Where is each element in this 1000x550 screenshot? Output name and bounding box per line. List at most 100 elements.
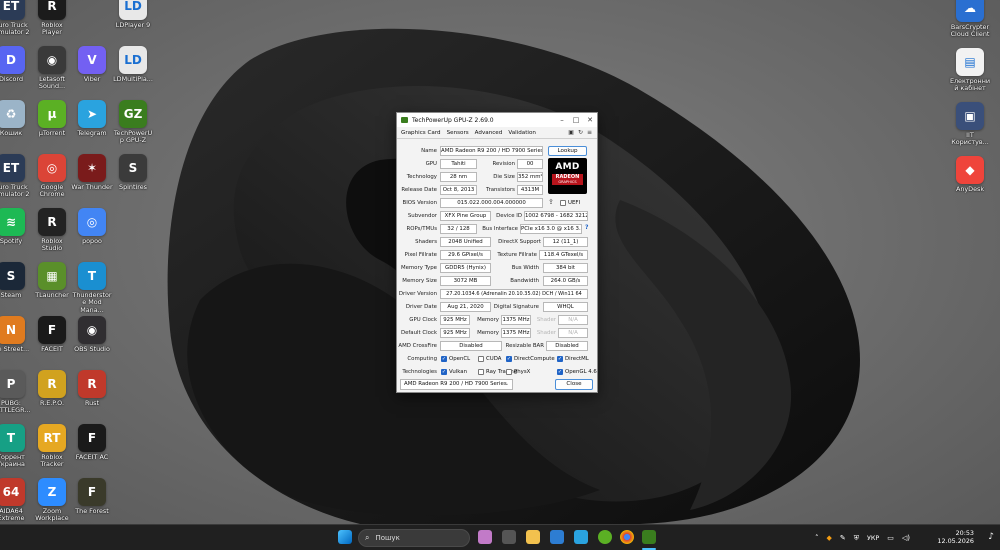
desktop-shortcut[interactable]: F FACEIT AC bbox=[71, 424, 113, 461]
desktop-shortcut[interactable]: ◉ OBS Studio bbox=[71, 316, 113, 353]
tray-shield-icon[interactable]: ⛨ bbox=[854, 534, 859, 543]
close-button[interactable]: Close bbox=[555, 379, 593, 390]
tray-pen-icon[interactable]: ✎ bbox=[840, 534, 846, 542]
desktop-shortcut[interactable]: ➤ Telegram bbox=[71, 100, 113, 137]
desktop-shortcut[interactable]: ☁ BarsCrypter Cloud Client bbox=[949, 0, 991, 39]
checkbox-physx[interactable]: PhysX bbox=[506, 369, 530, 375]
minimize-icon[interactable]: – bbox=[555, 116, 569, 124]
network-icon[interactable]: ▭ bbox=[887, 534, 894, 542]
checkbox-directml[interactable]: ✓ DirectML bbox=[557, 356, 589, 362]
copilot-icon[interactable] bbox=[478, 530, 492, 544]
store-icon[interactable] bbox=[550, 530, 564, 544]
desktop-shortcut[interactable]: R R.E.P.O. bbox=[31, 370, 73, 407]
checkbox-directcompute[interactable]: ✓ DirectCompute bbox=[506, 356, 555, 362]
desktop-shortcut[interactable]: Z Zoom Workplace bbox=[31, 478, 73, 523]
maximize-icon[interactable]: □ bbox=[569, 116, 583, 124]
gpu-label: GPU bbox=[425, 161, 437, 167]
faceit-icon: F bbox=[38, 316, 66, 344]
desktop-shortcut[interactable]: ◎ Google Chrome bbox=[31, 154, 73, 199]
game-icon: N bbox=[0, 316, 25, 344]
rops-tmus-label: ROPs/TMUs bbox=[406, 226, 437, 232]
desktop-shortcut[interactable]: ▣ ІІТ Користув... bbox=[949, 102, 991, 147]
desktop-shortcut[interactable]: D Discord bbox=[0, 46, 32, 83]
desktop-shortcut[interactable]: R Roblox Studio bbox=[31, 208, 73, 253]
close-icon[interactable]: ✕ bbox=[583, 116, 597, 124]
bus-interface-label: Bus Interface bbox=[482, 226, 518, 232]
volume-icon[interactable]: ◁) bbox=[902, 534, 910, 542]
tab-graphics-card[interactable]: Graphics Card bbox=[401, 130, 441, 136]
checkbox-opengl-4-6[interactable]: ✓ OpenGL 4.6 bbox=[557, 369, 597, 375]
task-view-icon[interactable] bbox=[502, 530, 516, 544]
torrent-ua-icon: T bbox=[0, 424, 25, 452]
desktop-shortcut[interactable]: ✶ War Thunder bbox=[71, 154, 113, 191]
desktop-shortcut[interactable]: ETEuro Truck Simulator 2 bbox=[0, 154, 32, 199]
shaders-value: 2048 Unified bbox=[440, 237, 491, 247]
desktop-shortcut[interactable]: µ µTorrent bbox=[31, 100, 73, 137]
checkmark-icon: ✓ bbox=[557, 356, 563, 362]
default-shader-value: N/A bbox=[558, 328, 588, 338]
desktop-shortcut[interactable]: ETEuro Truck Simulator 2 bbox=[0, 0, 32, 37]
driver-date-label: Driver Date bbox=[405, 304, 437, 310]
chrome-popoo-icon: ◎ bbox=[78, 208, 106, 236]
share-icon[interactable]: ⇪ bbox=[548, 198, 554, 206]
checkbox-vulkan[interactable]: ✓ Vulkan bbox=[441, 369, 467, 375]
tray-app-icon[interactable]: ◆ bbox=[826, 534, 831, 542]
desktop-shortcut[interactable]: ◉ Letasoft Sound... bbox=[31, 46, 73, 91]
release-date-value: Oct 8, 2013 bbox=[440, 185, 477, 195]
desktop-shortcut[interactable]: R Rust bbox=[71, 370, 113, 407]
desktop-shortcut[interactable]: ≋ Spotify bbox=[0, 208, 32, 245]
gpu-select-dropdown[interactable]: AMD Radeon R9 200 / HD 7900 Series ⌄ bbox=[400, 379, 513, 390]
desktop-shortcut-label: ІІТ Користув... bbox=[951, 131, 989, 147]
menu-icon[interactable]: ≡ bbox=[587, 129, 592, 136]
lookup-button[interactable]: Lookup bbox=[548, 146, 587, 156]
gpuz-window: TechPowerUp GPU-Z 2.69.0 – □ ✕ Graphics … bbox=[396, 112, 598, 393]
chrome-taskbar-icon[interactable] bbox=[620, 530, 634, 544]
desktop-shortcut[interactable]: T Thunderstore Mod Mana... bbox=[71, 262, 113, 314]
help-icon[interactable]: ? bbox=[585, 224, 588, 231]
tab-validation[interactable]: Validation bbox=[508, 130, 536, 136]
taskbar-clock[interactable]: 20:53 12.05.2026 bbox=[937, 529, 974, 545]
taskbar-search[interactable]: ⌕ Пошук bbox=[358, 529, 470, 547]
desktop-shortcut[interactable]: F FACEIT bbox=[31, 316, 73, 353]
desktop-shortcut[interactable]: ♻ Кошик bbox=[0, 100, 32, 137]
utorrent-taskbar-icon[interactable] bbox=[598, 530, 612, 544]
desktop-shortcut[interactable]: ◎ popoo bbox=[71, 208, 113, 245]
bandwidth-label: Bandwidth bbox=[510, 278, 539, 284]
desktop-shortcut[interactable]: PPUBG: BATTLEGR... bbox=[0, 370, 32, 415]
telegram-taskbar-icon[interactable] bbox=[574, 530, 588, 544]
tab-sensors[interactable]: Sensors bbox=[447, 130, 469, 136]
language-indicator[interactable]: УКР bbox=[867, 534, 879, 542]
checkmark-icon: ✓ bbox=[441, 356, 447, 362]
refresh-icon[interactable]: ↻ bbox=[578, 129, 583, 136]
desktop-shortcut[interactable]: LD LDMultiPla... bbox=[112, 46, 154, 83]
file-explorer-icon[interactable] bbox=[526, 530, 540, 544]
desktop-shortcut[interactable]: RT Roblox Tracker bbox=[31, 424, 73, 469]
desktop-shortcut[interactable]: R Roblox Player bbox=[31, 0, 73, 37]
gpuz-titlebar[interactable]: TechPowerUp GPU-Z 2.69.0 – □ ✕ bbox=[397, 113, 597, 127]
camera-icon[interactable]: ▣ bbox=[568, 129, 574, 136]
checkbox-opencl[interactable]: ✓ OpenCL bbox=[441, 356, 470, 362]
desktop-shortcut[interactable]: ◆ AnyDesk bbox=[949, 156, 991, 193]
windows-start-icon[interactable] bbox=[338, 530, 352, 544]
desktop-shortcut[interactable]: TТоррент Украина bbox=[0, 424, 32, 469]
notification-bell-icon[interactable]: ♪ bbox=[988, 532, 994, 542]
amd-radeon-logo: AMD RADEON GRAPHICS bbox=[548, 158, 587, 194]
desktop-shortcut[interactable]: ▦ TLauncher bbox=[31, 262, 73, 299]
desktop-shortcut[interactable]: LD LDPlayer 9 bbox=[112, 0, 154, 29]
desktop-shortcut[interactable]: ▤ Електронний кабінет bbox=[949, 48, 991, 93]
desktop-shortcut-label: Електронний кабінет bbox=[949, 77, 991, 93]
desktop-shortcut[interactable]: GZ TechPowerUp GPU-Z bbox=[112, 100, 154, 145]
steam-icon: S bbox=[0, 262, 25, 290]
checkbox-cuda[interactable]: CUDA bbox=[478, 356, 501, 362]
desktop-shortcut[interactable]: 64 AIDA64 Extreme bbox=[0, 478, 32, 523]
uefi-checkbox[interactable]: UEFI bbox=[560, 200, 580, 206]
desktop-shortcut[interactable]: V Viber bbox=[71, 46, 113, 83]
desktop-shortcut[interactable]: S Spintires bbox=[112, 154, 154, 191]
desktop-shortcut[interactable]: S Steam bbox=[0, 262, 32, 299]
faceit-ac-icon: F bbox=[78, 424, 106, 452]
tab-advanced[interactable]: Advanced bbox=[475, 130, 503, 136]
desktop-shortcut[interactable]: F The Forest bbox=[71, 478, 113, 515]
gpuz-taskbar-icon[interactable] bbox=[642, 530, 656, 544]
desktop-shortcut[interactable]: NНе Street... bbox=[0, 316, 32, 353]
chevron-up-icon[interactable]: ˄ bbox=[815, 534, 819, 542]
